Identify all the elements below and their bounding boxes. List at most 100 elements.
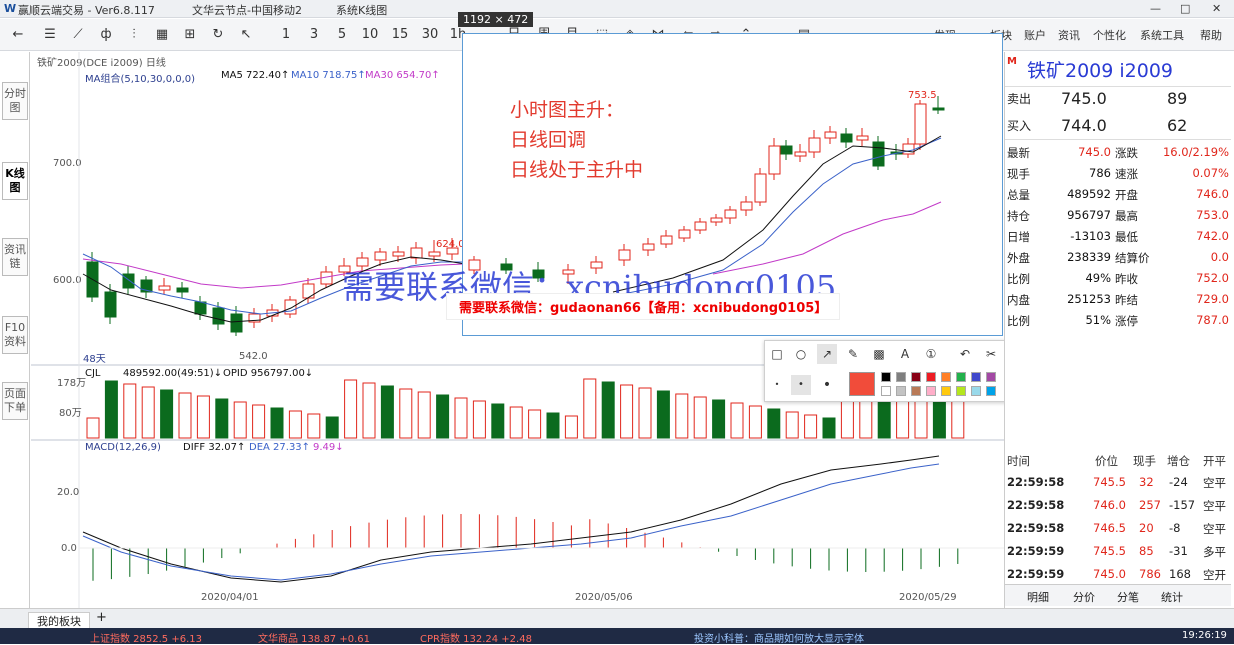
trade-qty: 32 [1139,475,1154,489]
grid-icon[interactable]: ⊞ [180,25,200,45]
volume-bar [178,392,192,439]
popup-candle [808,137,821,153]
candle [212,307,225,325]
title-bar: W 赢顺云端交易 - Ver6.8.117 文华云节点-中国移动2 系统K线图 … [0,0,1234,18]
quote-value: 251253 [1067,292,1111,306]
cursor-icon[interactable]: ↖ [236,25,256,45]
candle [194,301,207,315]
menu-news[interactable]: 资讯 [1058,27,1080,43]
tab-order[interactable]: 页面下单 [2,382,28,420]
size-medium-icon[interactable]: • [791,375,811,395]
popup-candle [794,151,807,157]
tab-detail[interactable]: 明细 [1027,589,1049,605]
tab-tick[interactable]: 分笔 [1117,589,1139,605]
candle [122,273,135,289]
bid-row[interactable]: 买入 744.0 62 [1005,114,1231,140]
color-swatch[interactable] [971,372,981,382]
quote-row: 现手 786 速涨 0.07% [1005,163,1231,184]
volume-bar [601,381,615,439]
text-tool-icon[interactable]: A [895,344,915,364]
bar-chart-icon[interactable]: ⫶ [124,25,144,45]
color-swatch[interactable] [956,372,966,382]
back-arrow-icon[interactable]: ← [8,25,28,45]
arrow-tool-icon[interactable]: ↗ [817,344,837,364]
quote-label: 最新 [1007,146,1030,160]
menu-help[interactable]: 帮助 [1200,27,1222,43]
trade-header: 时间 价位 现手 增仓 开平 [1005,450,1231,471]
ellipse-tool-icon[interactable]: ○ [791,344,811,364]
volume-bar [160,389,174,439]
quote-label: 开盘 [1115,188,1138,202]
trade-qty: 85 [1139,544,1154,558]
candle [176,287,189,293]
volume-bar [399,388,413,439]
color-swatch[interactable] [941,386,951,396]
current-color-swatch[interactable] [849,372,875,396]
candle-chart-icon[interactable]: ф [96,25,116,45]
app-logo-icon: W [4,2,17,15]
status-bar: 上证指数 2852.5 +6.13 文华商品 138.87 +0.61 CPR指… [0,628,1234,645]
color-swatch[interactable] [941,372,951,382]
size-large-icon[interactable]: • [817,375,837,395]
maximize-icon[interactable]: □ [1180,2,1190,15]
volume-bar [785,411,799,439]
color-swatch[interactable] [881,386,891,396]
size-small-icon[interactable]: • [767,375,787,395]
color-swatch[interactable] [926,372,936,382]
color-swatch[interactable] [911,386,921,396]
period-30[interactable]: 30 [420,25,440,45]
color-swatch[interactable] [911,372,921,382]
color-swatch[interactable] [896,386,906,396]
tab-k-chart[interactable]: K线图 [2,162,28,200]
candle [158,285,171,291]
mosaic-tool-icon[interactable]: ▩ [869,344,889,364]
tab-stats[interactable]: 统计 [1161,589,1183,605]
number-tool-icon[interactable]: ① [921,344,941,364]
trade-time: 22:59:58 [1007,498,1065,512]
period-1[interactable]: 1 [276,25,296,45]
add-tab-icon[interactable]: + [96,610,107,625]
tab-f10[interactable]: F10资料 [2,316,28,354]
tab-time-chart[interactable]: 分时图 [2,82,28,120]
tab-news-chain[interactable]: 资讯链 [2,238,28,276]
popup-candle [710,217,723,223]
period-3[interactable]: 3 [304,25,324,45]
color-swatch[interactable] [881,372,891,382]
ask-row[interactable]: 卖出 745.0 89 [1005,86,1231,112]
color-swatch[interactable] [956,386,966,396]
volume-bar [252,404,266,439]
refresh-icon[interactable]: ↻ [208,25,228,45]
volume-bar [675,393,689,439]
minimize-icon[interactable]: — [1150,2,1161,15]
crop-icon[interactable]: ✂ [981,344,1001,364]
color-swatch[interactable] [926,386,936,396]
undo-icon[interactable]: ↶ [955,344,975,364]
popup-candle [660,235,673,245]
period-15[interactable]: 15 [390,25,410,45]
line-chart-icon[interactable]: ⟋ [68,25,88,45]
period-10[interactable]: 10 [360,25,380,45]
candle [446,247,459,255]
close-icon[interactable]: ✕ [1212,2,1221,15]
rect-tool-icon[interactable]: □ [767,344,787,364]
pen-tool-icon[interactable]: ✎ [843,344,863,364]
popup-candle [824,131,837,139]
menu-personalize[interactable]: 个性化 [1093,27,1126,43]
trade-price: 745.5 [1093,544,1126,558]
quote-value: 16.0/2.19% [1162,145,1229,159]
menu-system-tools[interactable]: 系统工具 [1140,27,1184,43]
volume-bar [417,391,431,439]
list-icon[interactable]: ☰ [40,25,60,45]
volume-bar [509,406,523,439]
quote-row: 持仓 956797 最高 753.0 [1005,205,1231,226]
calendar-icon[interactable]: ▦ [152,25,172,45]
color-swatch[interactable] [986,372,996,382]
tab-price[interactable]: 分价 [1073,589,1095,605]
color-swatch[interactable] [971,386,981,396]
volume-bar [528,409,542,439]
color-swatch[interactable] [986,386,996,396]
period-5[interactable]: 5 [332,25,352,45]
volume-bar [638,387,652,439]
menu-account[interactable]: 账户 [1024,27,1046,43]
color-swatch[interactable] [896,372,906,382]
